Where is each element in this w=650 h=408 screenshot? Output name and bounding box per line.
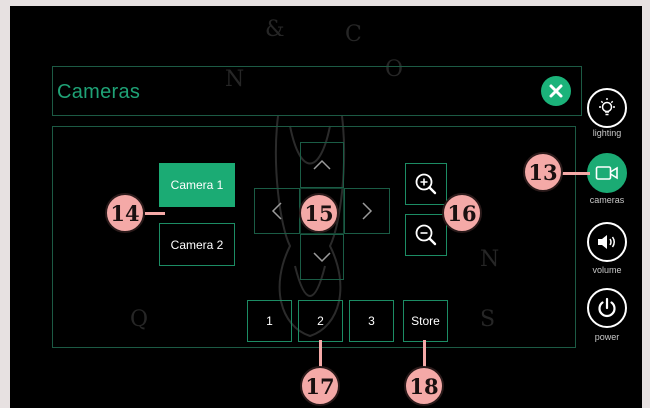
cameras-button[interactable] xyxy=(587,153,627,193)
pan-right-button[interactable] xyxy=(344,188,390,234)
video-camera-icon xyxy=(595,166,618,180)
callout-18-leader xyxy=(423,340,426,368)
chevron-left-icon xyxy=(271,202,282,220)
tilt-down-button[interactable] xyxy=(300,234,344,280)
callout-17-leader xyxy=(319,340,322,368)
svg-text:&: & xyxy=(265,17,285,42)
tilt-up-button[interactable] xyxy=(300,142,344,188)
volume-button[interactable] xyxy=(587,222,627,262)
lighting-button[interactable] xyxy=(587,88,627,128)
zoom-in-button[interactable] xyxy=(405,163,447,205)
callout-14-leader xyxy=(145,212,165,215)
power-icon xyxy=(598,297,616,318)
callout-14: 14 xyxy=(105,193,145,233)
cameras-header: Cameras xyxy=(52,66,582,116)
volume-label: volume xyxy=(592,265,622,275)
preset-2-button[interactable]: 2 xyxy=(298,300,343,342)
pan-left-button[interactable] xyxy=(254,188,300,234)
callout-16: 16 xyxy=(442,193,482,233)
close-icon xyxy=(549,84,563,98)
cameras-label: cameras xyxy=(589,195,625,205)
power-button[interactable] xyxy=(587,288,627,328)
callout-17: 17 xyxy=(300,366,340,406)
zoom-out-icon xyxy=(415,224,437,246)
callout-18: 18 xyxy=(404,366,444,406)
page-title: Cameras xyxy=(57,81,141,103)
zoom-out-button[interactable] xyxy=(405,214,447,256)
close-button[interactable] xyxy=(541,76,571,106)
store-button[interactable]: Store xyxy=(403,300,448,342)
light-bulb-icon xyxy=(599,98,615,116)
chevron-right-icon xyxy=(362,202,373,220)
callout-13-leader xyxy=(560,172,590,175)
preset-1-button[interactable]: 1 xyxy=(247,300,292,342)
lighting-label: lighting xyxy=(592,128,622,138)
chevron-up-icon xyxy=(313,159,331,170)
preset-3-button[interactable]: 3 xyxy=(349,300,394,342)
chevron-down-icon xyxy=(313,252,331,263)
callout-15: 15 xyxy=(299,193,339,233)
svg-text:C: C xyxy=(345,22,362,47)
camera-2-button[interactable]: Camera 2 xyxy=(159,223,235,266)
zoom-in-icon xyxy=(415,173,437,195)
camera-1-button[interactable]: Camera 1 xyxy=(159,163,235,207)
speaker-icon xyxy=(598,235,615,249)
power-label: power xyxy=(594,332,620,342)
callout-13: 13 xyxy=(523,152,563,192)
